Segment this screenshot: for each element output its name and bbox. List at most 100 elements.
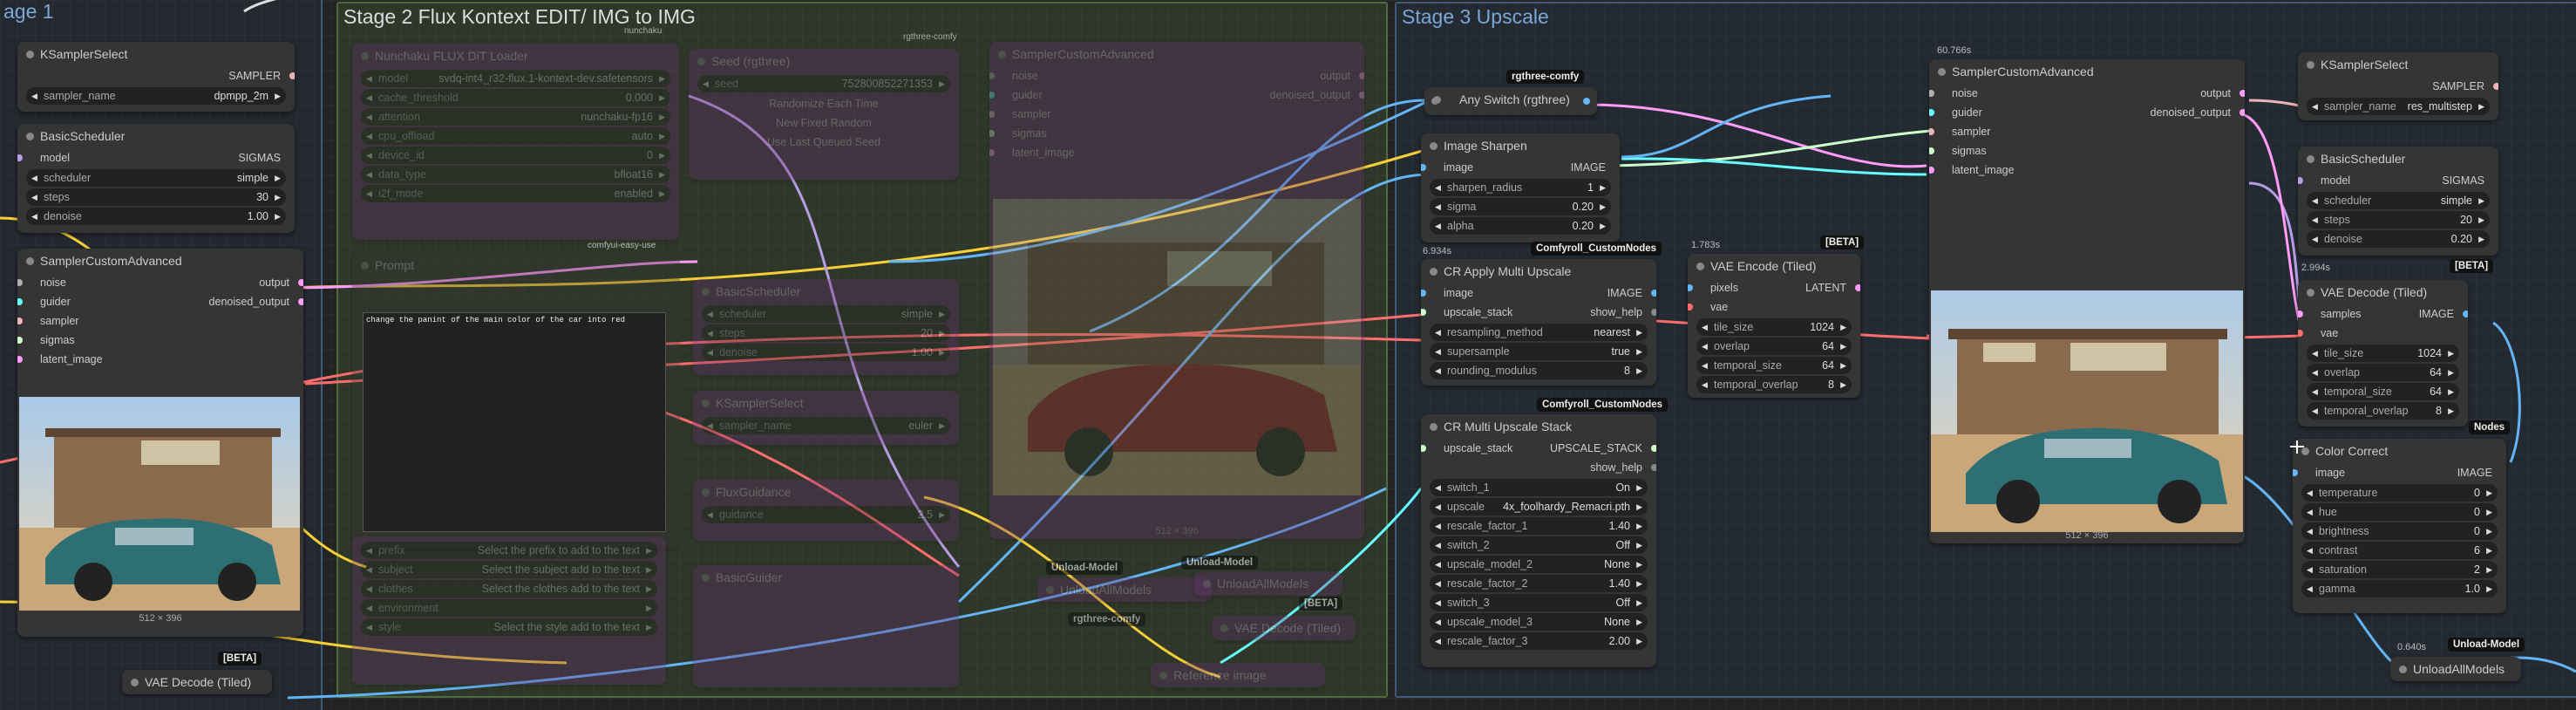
- cr-multi-upscale-stack-node[interactable]: CR Multi Upscale Stack upscale_stack UPSC…: [1421, 414, 1656, 667]
- widget-temporal-overlap[interactable]: temporal_overlap 8: [2307, 402, 2459, 420]
- prompt-textarea[interactable]: change the panint of the main color of t…: [363, 312, 666, 532]
- widget-rescale-factor-3[interactable]: rescale_factor_3 2.00: [1430, 632, 1648, 650]
- color-correct-node[interactable]: Color Correct imageIMAGE temperature0hue…: [2293, 439, 2506, 613]
- red-car-preview-image[interactable]: [993, 199, 1361, 495]
- slot-dot[interactable]: [1929, 167, 1934, 174]
- slot-dot[interactable]: [2298, 311, 2303, 317]
- widget-clothes[interactable]: clothes Select the clothes add to the tex…: [361, 580, 657, 597]
- basic-scheduler-node-2[interactable]: BasicScheduler scheduler simple steps 20 den…: [693, 279, 959, 375]
- slot-dot[interactable]: [989, 92, 995, 99]
- node-title[interactable]: UnloadAllModels: [1194, 571, 1342, 596]
- widget-temporal-size[interactable]: temporal_size 64: [1696, 357, 1852, 374]
- slot-dot[interactable]: [1929, 109, 1934, 116]
- node-title[interactable]: Nunchaku FLUX DiT Loader: [352, 44, 679, 68]
- widget-alpha[interactable]: alpha 0.20: [1430, 217, 1611, 235]
- slot-dot[interactable]: [289, 72, 295, 79]
- seed-node[interactable]: Seed (rgthree) seed 752800852271353 Rando…: [689, 49, 959, 180]
- node-title[interactable]: VAE Decode (Tiled): [2298, 280, 2468, 304]
- widget-steps[interactable]: steps 20: [2307, 211, 2490, 229]
- slot-dot[interactable]: [17, 317, 23, 324]
- widget-scheduler[interactable]: scheduler simple: [702, 305, 950, 323]
- slot-dot[interactable]: [1651, 309, 1656, 316]
- prompt-selector-node[interactable]: prefix Select the prefix to add to the te…: [352, 536, 666, 685]
- widget-style[interactable]: style Select the style add to the text: [361, 618, 657, 636]
- slot-dot[interactable]: [1929, 128, 1934, 135]
- node-title[interactable]: FluxGuidance: [693, 480, 959, 504]
- ksampler-select-node-2[interactable]: KSamplerSelect sampler_name euler: [693, 391, 959, 445]
- slot-dot[interactable]: [1421, 445, 1426, 452]
- slot-dot[interactable]: [17, 337, 23, 344]
- slot-dot[interactable]: [2293, 469, 2298, 476]
- unload-all-models-node[interactable]: UnloadAllModels: [2390, 657, 2521, 681]
- node-title[interactable]: Reference image: [1151, 663, 1325, 687]
- node-title[interactable]: SamplerCustomAdvanced: [989, 42, 1364, 66]
- image-sharpen-node[interactable]: Image Sharpen image IMAGE sharpen_radius 1…: [1421, 133, 1620, 242]
- stage2-bottom-node[interactable]: BasicGuider: [693, 565, 959, 687]
- input-dot[interactable]: [1431, 98, 1438, 105]
- widget-brightness[interactable]: brightness 0: [2301, 522, 2498, 540]
- widget-saturation[interactable]: saturation 2: [2301, 561, 2498, 578]
- widget-i2f-mode[interactable]: i2f_mode enabled: [361, 185, 670, 202]
- node-title[interactable]: CR Multi Upscale Stack: [1421, 414, 1656, 439]
- widget-overlap[interactable]: overlap 64: [2307, 364, 2459, 381]
- slot-dot[interactable]: [1688, 284, 1693, 291]
- node-title[interactable]: KSamplerSelect: [693, 391, 959, 415]
- widget-denoise[interactable]: denoise 1.00: [26, 208, 286, 225]
- sampler-custom-advanced-node-3[interactable]: SamplerCustomAdvanced noise guider sampler…: [1929, 59, 2245, 543]
- node-title[interactable]: UnloadAllModels: [2390, 657, 2521, 681]
- slot-dot[interactable]: [989, 72, 995, 79]
- slot-dot[interactable]: [1688, 304, 1693, 311]
- vae-decode-node-2[interactable]: UnloadAllModels: [1194, 571, 1342, 596]
- widget-upscale-model-2[interactable]: upscale_model_2 None: [1430, 556, 1648, 573]
- node-title[interactable]: CR Apply Multi Upscale: [1421, 259, 1656, 283]
- slot-dot[interactable]: [2298, 177, 2303, 184]
- widget-device-id[interactable]: device_id 0: [361, 147, 670, 164]
- widget-resampling-method[interactable]: resampling_method nearest: [1430, 324, 1648, 341]
- widget-temporal-size[interactable]: temporal_size 64: [2307, 383, 2459, 400]
- slot-dot[interactable]: [2463, 311, 2468, 317]
- node-title[interactable]: Color Correct: [2293, 439, 2506, 463]
- slot-dot[interactable]: [1421, 309, 1426, 316]
- slot-dot[interactable]: [1929, 147, 1934, 154]
- slot-dot[interactable]: [17, 279, 23, 286]
- randomize-button[interactable]: Randomize Each Time: [689, 94, 959, 113]
- slot-dot[interactable]: [1929, 90, 1934, 97]
- any-switch-node[interactable]: Any Switch (rgthree): [1424, 87, 1597, 115]
- widget-steps[interactable]: steps 20: [702, 324, 950, 342]
- widget-steps[interactable]: steps 30: [26, 188, 286, 206]
- widget-environment[interactable]: environmentSelect the outdoor environmen…: [361, 599, 657, 617]
- widget-switch-2[interactable]: switch_2 Off: [1430, 536, 1648, 554]
- teal-car-upscaled-image[interactable]: [1931, 290, 2243, 532]
- widget-rescale-factor-2[interactable]: rescale_factor_2 1.40: [1430, 575, 1648, 592]
- widget-rescale-factor-1[interactable]: rescale_factor_1 1.40: [1430, 517, 1648, 535]
- car-preview-image[interactable]: [19, 397, 300, 611]
- node-title[interactable]: SamplerCustomAdvanced: [17, 249, 303, 273]
- widget-hue[interactable]: hue 0: [2301, 503, 2498, 521]
- slot-dot[interactable]: [1359, 72, 1364, 79]
- widget-prefix[interactable]: prefix Select the prefix to add to the te…: [361, 542, 657, 559]
- slot-dot[interactable]: [2240, 109, 2245, 116]
- node-title[interactable]: BasicScheduler: [693, 279, 959, 304]
- vae-encode-tiled-node[interactable]: VAE Encode (Tiled) pixels vae LATENT tile_…: [1688, 254, 1860, 398]
- slot-dot[interactable]: [1651, 464, 1656, 471]
- sampler-custom-advanced-node-2[interactable]: SamplerCustomAdvanced noise guider sampler…: [989, 42, 1364, 539]
- node-title[interactable]: KSamplerSelect: [2298, 52, 2498, 77]
- slot-dot[interactable]: [989, 111, 995, 118]
- output-dot[interactable]: [1583, 98, 1590, 105]
- ksampler-select-node-1[interactable]: KSamplerSelect SAMPLER sampler_name dpmpp…: [17, 42, 295, 112]
- slot-dot[interactable]: [1421, 290, 1426, 297]
- widget-tile-size[interactable]: tile_size 1024: [1696, 318, 1852, 336]
- use-last-seed-button[interactable]: Use Last Queued Seed: [689, 133, 959, 152]
- sampler-name-widget[interactable]: sampler_name dpmpp_2m: [26, 87, 286, 105]
- slot-dot[interactable]: [2240, 90, 2245, 97]
- node-title[interactable]: VAE Decode (Tiled): [1212, 616, 1356, 640]
- reference-image-node[interactable]: Reference image: [1151, 663, 1325, 687]
- node-title[interactable]: Seed (rgthree): [689, 49, 959, 73]
- widget-supersample[interactable]: supersample true: [1430, 343, 1648, 360]
- slot-dot[interactable]: [17, 298, 23, 305]
- widget-overlap[interactable]: overlap 64: [1696, 338, 1852, 355]
- vae-decode-node-1[interactable]: VAE Decode (Tiled): [122, 670, 272, 694]
- widget-subject[interactable]: subject Select the subject add to the tex…: [361, 561, 657, 578]
- vae-decode-tiled-node-3[interactable]: VAE Decode (Tiled) samples vae IMAGE tile_…: [2298, 280, 2468, 427]
- slot-dot[interactable]: [17, 154, 23, 161]
